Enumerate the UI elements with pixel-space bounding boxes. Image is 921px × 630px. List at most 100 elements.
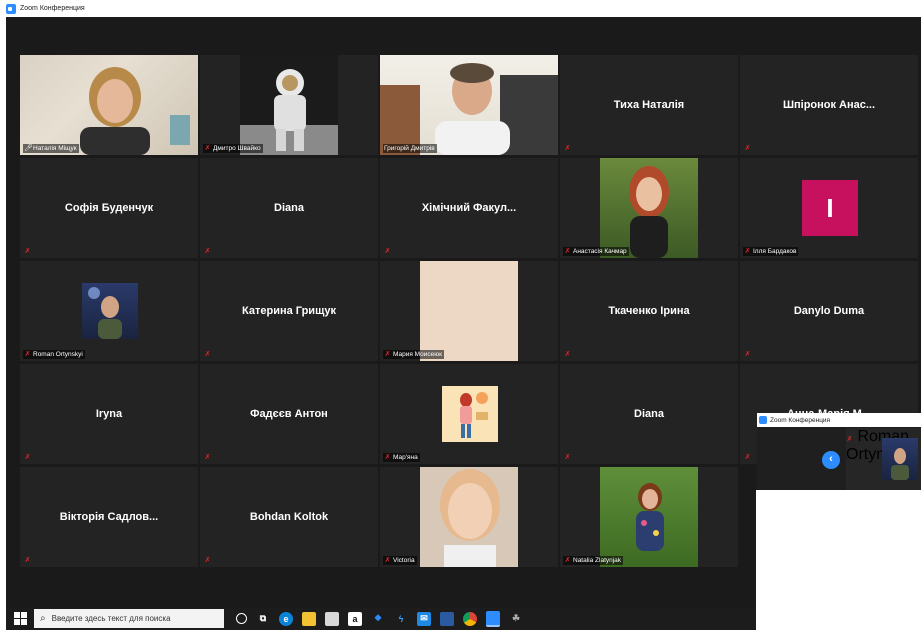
participant-tile[interactable]: Diana ✗: [200, 158, 378, 258]
participant-avatar-photo: [442, 386, 498, 442]
cortana-icon[interactable]: [236, 613, 247, 624]
muted-microphone-icon: ✗: [204, 248, 211, 255]
participant-name: Хімічний Факул...: [421, 202, 517, 214]
participant-video: [600, 467, 698, 567]
person-photo-image: [440, 469, 500, 567]
participant-name: Тиха Наталія: [613, 99, 685, 111]
muted-microphone-icon: ✗: [744, 145, 751, 152]
taskbar: ⌕ Введите здесь текст для поиска ⧉ e a ❖…: [6, 607, 756, 630]
participant-avatar-photo: [420, 261, 518, 361]
avatar-initial: I: [826, 192, 834, 223]
zoom-icon[interactable]: [486, 610, 500, 627]
muted-microphone-icon: ✗: [24, 454, 31, 461]
participant-tile[interactable]: I ✗ Ілля Бардаков: [740, 158, 918, 258]
participant-tile[interactable]: ✗ Roman Ortynskyi: [846, 428, 921, 490]
participant-name: Мар'яна: [393, 454, 418, 461]
search-icon: ⌕: [40, 613, 46, 624]
participant-tile[interactable]: Фадєєв Антон ✗: [200, 364, 378, 464]
muted-microphone-icon: ✗: [744, 247, 751, 255]
participant-tile[interactable]: ✗ Natalia Zlatynjak: [560, 467, 738, 567]
person-photo-image: [636, 483, 664, 551]
participant-tile[interactable]: ✗ Дмитро Швайко: [200, 55, 378, 155]
participant-name: Danylo Duma: [793, 305, 865, 317]
participant-name: Катерина Грищук: [242, 305, 336, 317]
participant-tile[interactable]: Bohdan Koltok ✗: [200, 467, 378, 567]
store-icon[interactable]: [325, 611, 339, 626]
participant-tile[interactable]: Diana ✗: [560, 364, 738, 464]
participant-tile[interactable]: Iryna ✗: [20, 364, 198, 464]
participant-name: Diana: [634, 408, 664, 420]
participant-name: Мария Моисеюк: [393, 351, 442, 358]
muted-microphone-icon: ✗: [24, 557, 31, 564]
participant-name: Natalia Zlatynjak: [573, 557, 622, 564]
desktop-background: [756, 490, 921, 630]
chrome-icon[interactable]: [463, 611, 477, 626]
participant-name: Анастасія Качмар: [573, 248, 627, 255]
participant-name-label: ✗ Анастасія Качмар: [563, 247, 629, 256]
dropbox-icon[interactable]: ❖: [371, 612, 385, 626]
mail-icon[interactable]: ✉: [417, 611, 431, 626]
muted-microphone-icon: ✗: [24, 248, 31, 255]
participant-name-label: ✗ Дмитро Швайко: [203, 144, 263, 153]
task-view-icon[interactable]: ⧉: [256, 612, 270, 626]
chevron-left-icon[interactable]: ‹: [822, 451, 840, 469]
search-placeholder: Введите здесь текст для поиска: [51, 614, 171, 623]
participant-name: Ткаченко Ірина: [608, 305, 690, 317]
participant-video: [600, 158, 698, 258]
amazon-icon[interactable]: a: [348, 611, 362, 626]
participant-name-label: Григорій Дмитрів: [383, 144, 437, 153]
participant-name-label: ✗ Natalia Zlatynjak: [563, 556, 624, 565]
window-titlebar: Zoom Конференция: [0, 0, 921, 17]
participant-name: Дмитро Швайко: [213, 145, 261, 152]
muted-microphone-icon: ✗: [564, 454, 571, 461]
participant-tile[interactable]: Софія Буденчук ✗: [20, 158, 198, 258]
participant-name: Григорій Дмитрів: [384, 145, 435, 152]
participant-tile[interactable]: Шпіронок Анас... ✗: [740, 55, 918, 155]
zoom-logo-icon: [6, 3, 16, 14]
muted-microphone-icon: ✗: [204, 351, 211, 358]
participant-name: Victoria: [393, 557, 415, 564]
person-photo-image: [629, 166, 669, 258]
person-video-image: [80, 67, 190, 155]
participant-tile[interactable]: Вікторія Садлов... ✗: [20, 467, 198, 567]
mini-meeting-window[interactable]: Zoom Конференция ‹ ✗ Roman Ortynskyi: [757, 413, 921, 490]
muted-microphone-icon: ✗: [564, 247, 571, 255]
participant-tile[interactable]: ✗ Анастасія Качмар: [560, 158, 738, 258]
windows-icon[interactable]: [12, 611, 28, 627]
edge-icon[interactable]: e: [279, 611, 293, 626]
paint-icon[interactable]: ☘: [509, 612, 523, 626]
participant-tile[interactable]: ✗ Roman Ortynskyi: [20, 261, 198, 361]
muted-microphone-icon: ✗: [384, 453, 391, 461]
participant-name-label: 🎤︎ Наталія Міщук: [23, 144, 79, 153]
mini-window-titlebar: Zoom Конференция: [757, 413, 921, 427]
save-icon[interactable]: [440, 611, 454, 626]
participant-tile[interactable]: ✗ Victoria: [380, 467, 558, 567]
person-photo-image: [891, 448, 909, 480]
astronaut-image: [240, 69, 338, 155]
participant-tile[interactable]: Danylo Duma ✗: [740, 261, 918, 361]
file-explorer-icon[interactable]: [302, 611, 316, 626]
participant-tile[interactable]: ✗ Мария Моисеюк: [380, 261, 558, 361]
participant-tile[interactable]: 🎤︎ Наталія Міщук: [20, 55, 198, 155]
muted-microphone-icon: ✗: [564, 145, 571, 152]
participant-tile[interactable]: Тиха Наталія ✗: [560, 55, 738, 155]
participant-name-label: ✗ Victoria: [383, 556, 417, 565]
participant-tile[interactable]: Григорій Дмитрів: [380, 55, 558, 155]
participant-video: [20, 55, 198, 155]
participant-name: Diana: [274, 202, 304, 214]
participant-tile[interactable]: Катерина Грищук ✗: [200, 261, 378, 361]
zoom-logo-icon: [759, 416, 767, 424]
participant-tile[interactable]: Ткаченко Ірина ✗: [560, 261, 738, 361]
participant-tile[interactable]: Хімічний Факул... ✗: [380, 158, 558, 258]
window-title: Zoom Конференция: [20, 5, 85, 12]
muted-microphone-icon: ✗: [564, 556, 571, 564]
participant-name: Ілля Бардаков: [753, 248, 797, 255]
person-photo-image: [88, 287, 122, 339]
person-video-image: [380, 63, 558, 155]
taskbar-search-input[interactable]: ⌕ Введите здесь текст для поиска: [34, 609, 224, 628]
lightning-icon[interactable]: ϟ: [394, 612, 408, 626]
participant-tile[interactable]: ✗ Мар'яна: [380, 364, 558, 464]
muted-microphone-icon: ✗: [744, 351, 751, 358]
participant-video: [420, 467, 518, 567]
muted-microphone-icon: ✗: [204, 557, 211, 564]
